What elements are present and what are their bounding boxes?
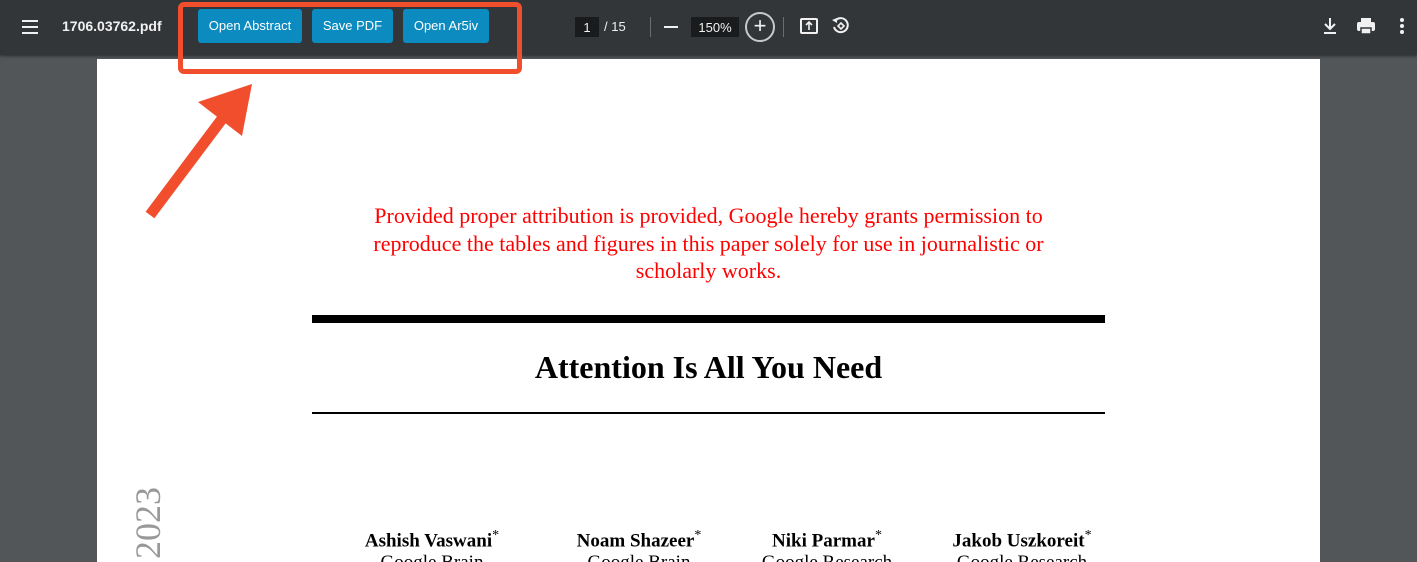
notice-line: Provided proper attribution is provided,…: [374, 203, 1043, 228]
more-vertical-icon[interactable]: [1396, 16, 1408, 41]
author-mark: *: [874, 528, 882, 543]
author-affiliation: Google Research: [937, 552, 1107, 562]
author-block: Niki Parmar* Google Research: [747, 525, 907, 562]
pdf-toolbar: 1706.03762.pdf Open Abstract Save PDF Op…: [0, 0, 1417, 55]
arxiv-side-stamp: 2023: [127, 479, 168, 562]
download-icon[interactable]: [1320, 16, 1340, 41]
plus-icon[interactable]: +: [745, 12, 775, 42]
notice-line: scholarly works.: [635, 258, 782, 283]
annotation-arrow-icon: [145, 84, 252, 219]
author-name: Niki Parmar: [772, 530, 875, 552]
title-top-rule: [312, 315, 1105, 323]
author-mark: *: [694, 528, 702, 543]
author-affiliation: Google Brain: [559, 552, 719, 562]
file-name: 1706.03762.pdf: [62, 18, 162, 34]
toolbar-divider: [783, 17, 784, 37]
author-affiliation: Google Research: [747, 552, 907, 562]
title-bottom-rule: [312, 412, 1105, 414]
author-mark: *: [1084, 528, 1092, 543]
page-total: / 15: [604, 19, 626, 34]
side-year-text: 2023: [128, 487, 168, 559]
author-name: Jakob Uszkoreit: [952, 530, 1085, 552]
author-name: Noam Shazeer: [576, 530, 695, 552]
author-mark: *: [492, 528, 500, 543]
author-block: Ashish Vaswani* Google Brain: [352, 525, 512, 562]
author-affiliation: Google Brain: [352, 552, 512, 562]
notice-line: reproduce the tables and figures in this…: [373, 230, 1044, 256]
paper-title: Attention Is All You Need: [534, 349, 883, 385]
hamburger-menu-icon[interactable]: [18, 15, 42, 39]
save-pdf-button[interactable]: Save PDF: [312, 9, 393, 43]
toolbar-divider: [650, 17, 651, 37]
copyright-notice: Provided proper attribution is provided,…: [97, 202, 1320, 285]
fit-to-page-icon[interactable]: [799, 16, 819, 41]
page-number-input[interactable]: [575, 17, 599, 37]
author-block: Noam Shazeer* Google Brain: [559, 525, 719, 562]
pdf-page: Provided proper attribution is provided,…: [97, 59, 1320, 562]
zoom-level-input[interactable]: [691, 17, 739, 37]
print-icon[interactable]: [1355, 16, 1377, 41]
author-name: Ashish Vaswani: [364, 530, 493, 552]
open-abstract-button[interactable]: Open Abstract: [198, 9, 302, 43]
rotate-icon[interactable]: [830, 15, 852, 42]
open-ar5iv-button[interactable]: Open Ar5iv: [403, 9, 489, 43]
author-block: Jakob Uszkoreit* Google Research: [937, 525, 1107, 562]
minus-icon[interactable]: [664, 26, 678, 28]
